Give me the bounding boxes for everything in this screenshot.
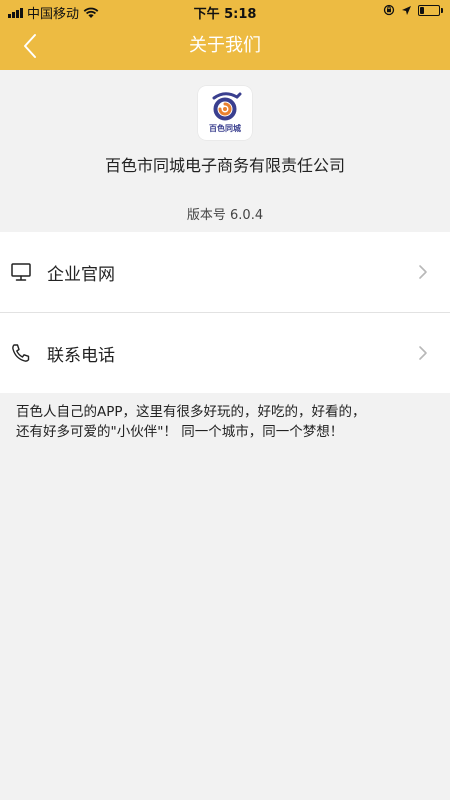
page-title: 关于我们: [189, 35, 261, 56]
chevron-right-icon: [419, 265, 427, 279]
header: 中国移动 下午 5:18 关于我们: [0, 0, 450, 70]
battery-icon: [418, 4, 443, 16]
menu-label-phone: 联系电话: [47, 345, 115, 366]
app-description: 百色人自己的APP，这里有很多好玩的，好吃的，好看的， 还有好多可爱的"小伙伴"…: [16, 402, 436, 442]
status-bar: 中国移动 下午 5:18: [0, 0, 450, 22]
status-right: [383, 4, 443, 16]
location-arrow-icon: [402, 5, 411, 15]
menu-label-website: 企业官网: [47, 264, 115, 285]
phone-icon: [12, 344, 30, 362]
monitor-icon: [11, 263, 31, 281]
logo-emblem-icon: [212, 92, 242, 121]
chevron-right-icon: [419, 346, 427, 360]
nav-bar: 关于我们: [0, 22, 450, 70]
logo-text: 百色同城: [209, 124, 241, 133]
company-name: 百色市同城电子商务有限责任公司: [104, 156, 345, 175]
app-logo: 百色同城: [198, 86, 252, 140]
menu-item-phone[interactable]: 联系电话: [0, 312, 450, 393]
battery-fill: [420, 6, 424, 14]
menu-item-website[interactable]: 企业官网: [0, 232, 450, 312]
version-label: 版本号 6.0.4: [186, 208, 264, 223]
menu-list: 企业官网 联系电话: [0, 232, 450, 393]
description-line-1: 百色人自己的APP，这里有很多好玩的，好吃的，好看的，: [16, 404, 366, 420]
description-line-2: 还有好多可爱的"小伙伴"！ 同一个城市，同一个梦想！: [16, 424, 344, 440]
orientation-lock-icon: [383, 4, 395, 16]
